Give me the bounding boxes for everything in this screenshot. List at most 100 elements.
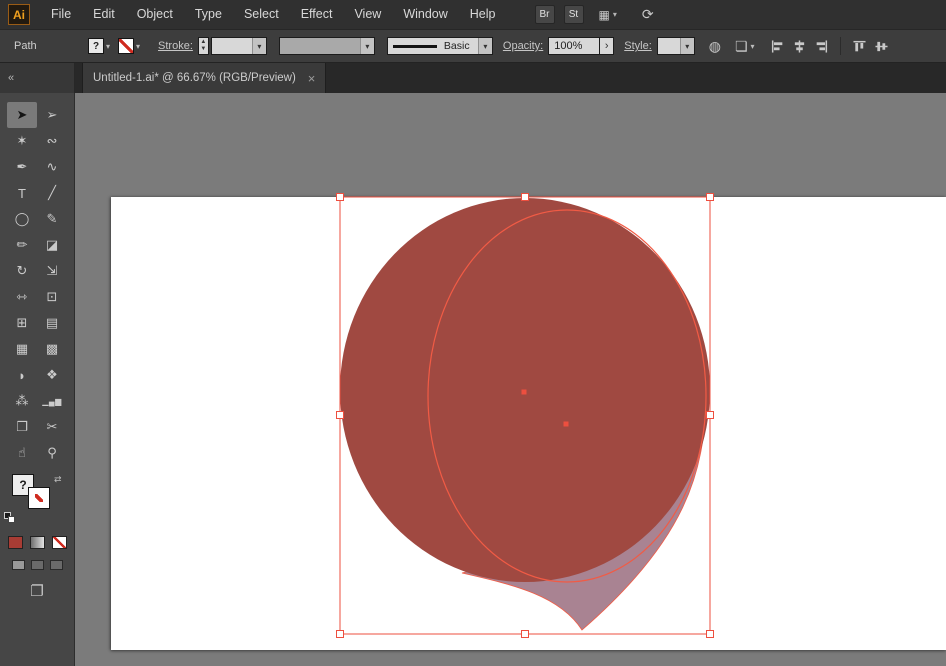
document-tab[interactable]: Untitled-1.ai* @ 66.67% (RGB/Preview) × bbox=[82, 63, 327, 93]
chevron-down-icon[interactable]: ▾ bbox=[359, 38, 374, 54]
selection-handle[interactable] bbox=[706, 630, 714, 638]
stepper-down-icon[interactable]: ▼ bbox=[200, 46, 206, 53]
align-horizontal-center-icon[interactable] bbox=[793, 39, 806, 53]
selection-handle[interactable] bbox=[336, 411, 344, 419]
ellipse-tool[interactable]: ◯ bbox=[7, 206, 37, 232]
fill-color-control[interactable]: ? ▾ bbox=[88, 38, 110, 54]
align-vertical-top-icon[interactable] bbox=[853, 40, 866, 53]
cc-sync-icon[interactable]: ⟳ bbox=[642, 6, 654, 23]
workspace-switcher[interactable]: ▦ ▾ bbox=[599, 8, 617, 22]
artboard-tool[interactable]: ❐ bbox=[7, 414, 37, 440]
rotate-tool[interactable]: ↻ bbox=[7, 258, 37, 284]
draw-inside-button[interactable] bbox=[49, 560, 63, 570]
perspective-grid-tool[interactable]: ▤ bbox=[37, 310, 67, 336]
scale-tool[interactable]: ⇲ bbox=[37, 258, 67, 284]
center-anchor[interactable] bbox=[563, 421, 569, 427]
mesh-tool[interactable]: ▦ bbox=[7, 336, 37, 362]
menu-file[interactable]: File bbox=[40, 0, 82, 29]
stroke-color-control[interactable]: ▾ bbox=[118, 38, 140, 54]
color-mode-button[interactable] bbox=[7, 536, 23, 549]
shape-builder-tool[interactable]: ⊞ bbox=[7, 310, 37, 336]
lasso-tool[interactable]: ∾ bbox=[37, 128, 67, 154]
curvature-tool[interactable]: ∿ bbox=[37, 154, 67, 180]
chevron-down-icon: ▾ bbox=[750, 41, 755, 51]
stroke-none-swatch[interactable] bbox=[118, 38, 135, 54]
canvas-area[interactable] bbox=[75, 93, 946, 666]
stepper-up-icon[interactable]: ▲ bbox=[200, 39, 206, 46]
opacity-input[interactable]: 100% bbox=[548, 37, 601, 55]
chevron-down-icon[interactable]: ▾ bbox=[251, 38, 266, 54]
opacity-value: 100% bbox=[554, 40, 583, 52]
gradient-tool[interactable]: ▩ bbox=[37, 336, 67, 362]
hand-tool[interactable]: ☝ bbox=[7, 440, 37, 466]
selection-tool[interactable]: ➤ bbox=[7, 102, 37, 128]
brush-definition-dropdown[interactable]: Basic ▾ bbox=[386, 37, 493, 55]
width-tool[interactable]: ⇿ bbox=[7, 284, 37, 310]
bridge-button[interactable]: Br bbox=[534, 5, 555, 24]
chevron-right-icon[interactable]: › bbox=[600, 37, 615, 55]
stroke-panel-link[interactable]: Stroke: bbox=[158, 40, 193, 52]
chevron-down-icon[interactable]: ▾ bbox=[679, 38, 694, 54]
line-segment-tool[interactable]: ╱ bbox=[37, 180, 67, 206]
stroke-weight-combo[interactable]: ▾ bbox=[210, 37, 267, 55]
draw-behind-button[interactable] bbox=[30, 560, 44, 570]
draw-normal-button[interactable] bbox=[11, 560, 25, 570]
eraser-tool[interactable]: ◪ bbox=[37, 232, 67, 258]
document-setup-control[interactable]: ❏ ▾ bbox=[735, 38, 755, 55]
menu-view[interactable]: View bbox=[343, 0, 392, 29]
stroke-weight-stepper[interactable]: ▲ ▼ bbox=[197, 37, 209, 55]
selection-handle[interactable] bbox=[336, 193, 344, 201]
globe-icon[interactable]: ◍ bbox=[709, 38, 721, 55]
swap-fill-stroke-icon[interactable]: ⇄ bbox=[54, 474, 62, 485]
stock-button[interactable]: St bbox=[563, 5, 584, 24]
slice-tool[interactable]: ✂ bbox=[37, 414, 67, 440]
magic-wand-tool[interactable]: ✶ bbox=[7, 128, 37, 154]
menu-type[interactable]: Type bbox=[184, 0, 233, 29]
opacity-panel-link[interactable]: Opacity: bbox=[503, 40, 543, 52]
blend-tool[interactable]: ❖ bbox=[37, 362, 67, 388]
document-icon: ❏ bbox=[734, 37, 748, 54]
toolbar-collapse-button[interactable]: « bbox=[0, 63, 75, 93]
selection-handle[interactable] bbox=[706, 193, 714, 201]
eyedropper-tool[interactable]: ◗ bbox=[7, 362, 37, 388]
symbol-sprayer-tool[interactable]: ⁂ bbox=[7, 388, 37, 414]
type-tool[interactable]: T bbox=[7, 180, 37, 206]
menu-window[interactable]: Window bbox=[392, 0, 458, 29]
default-fill-stroke-icon[interactable] bbox=[4, 512, 16, 524]
menu-object[interactable]: Object bbox=[126, 0, 184, 29]
selection-handle[interactable] bbox=[521, 630, 529, 638]
chevron-down-icon[interactable]: ▾ bbox=[136, 42, 140, 51]
app-logo[interactable]: Ai bbox=[8, 4, 30, 25]
stroke-indicator-none[interactable] bbox=[28, 487, 50, 509]
menu-edit[interactable]: Edit bbox=[82, 0, 126, 29]
chevron-down-icon[interactable]: ▾ bbox=[477, 38, 492, 54]
close-icon[interactable]: × bbox=[308, 71, 316, 86]
menu-effect[interactable]: Effect bbox=[290, 0, 344, 29]
none-mode-button[interactable] bbox=[51, 536, 67, 549]
direct-selection-tool[interactable]: ➢ bbox=[37, 102, 67, 128]
zoom-tool[interactable]: ⚲ bbox=[37, 440, 67, 466]
menu-help[interactable]: Help bbox=[459, 0, 507, 29]
align-horizontal-left-icon[interactable] bbox=[771, 39, 784, 53]
paintbrush-tool[interactable]: ✎ bbox=[37, 206, 67, 232]
center-anchor[interactable] bbox=[521, 389, 527, 395]
gradient-mode-button[interactable] bbox=[29, 536, 45, 549]
free-transform-tool[interactable]: ⊡ bbox=[37, 284, 67, 310]
align-vertical-center-icon[interactable] bbox=[875, 40, 888, 53]
selection-handle[interactable] bbox=[336, 630, 344, 638]
screen-mode-button[interactable]: ❐ bbox=[30, 582, 43, 600]
width-profile-dropdown[interactable]: ▾ bbox=[278, 37, 375, 55]
selection-handle[interactable] bbox=[706, 411, 714, 419]
graphic-style-dropdown[interactable]: ▾ bbox=[656, 37, 695, 55]
pencil-tool[interactable]: ✏ bbox=[7, 232, 37, 258]
fill-swatch[interactable]: ? bbox=[88, 38, 104, 54]
selection-handle[interactable] bbox=[521, 193, 529, 201]
pen-tool[interactable]: ✒ bbox=[7, 154, 37, 180]
style-panel-link[interactable]: Style: bbox=[624, 40, 652, 52]
column-graph-tool[interactable]: ▁▄▆ bbox=[37, 388, 67, 414]
artwork-svg bbox=[336, 193, 714, 638]
menu-select[interactable]: Select bbox=[233, 0, 290, 29]
control-bar: Path ? ▾ ▾ Stroke: ▲ ▼ ▾ ▾ Basic ▾ Opaci… bbox=[0, 29, 946, 63]
align-horizontal-right-icon[interactable] bbox=[815, 39, 828, 53]
chevron-down-icon[interactable]: ▾ bbox=[106, 42, 110, 51]
